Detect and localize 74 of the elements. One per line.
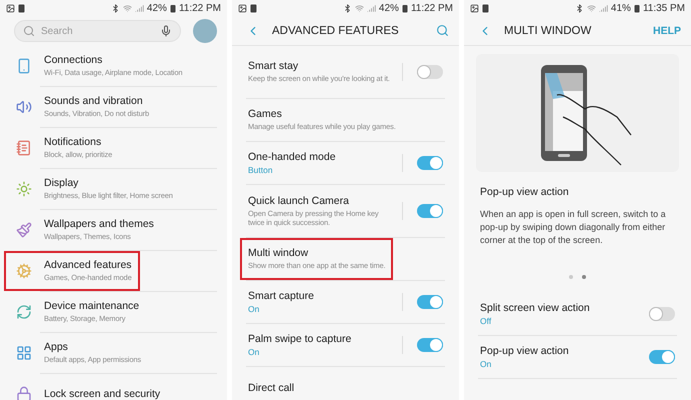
item-title: Advanced features <box>44 259 132 272</box>
item-title: One-handed mode <box>248 151 337 163</box>
item-title: Display <box>44 177 80 190</box>
battery-percent: 42% <box>378 2 399 14</box>
battery-icon <box>402 4 408 12</box>
item-status: Button <box>248 165 274 175</box>
toggle-switch[interactable] <box>417 338 443 352</box>
item-status: On <box>480 359 492 370</box>
item-status: On <box>248 304 260 314</box>
toggle-switch[interactable] <box>417 65 443 79</box>
clock-time: 11:22 PM <box>410 2 453 14</box>
item-title: Device maintenance <box>44 300 140 312</box>
clock-time: 11:22 PM <box>178 2 221 14</box>
settings-item[interactable]: Direct call <box>240 367 451 400</box>
wifi-icon <box>122 4 132 12</box>
item-title: Palm swipe to capture <box>248 333 352 345</box>
item-title: Split screen view action <box>480 302 591 314</box>
screen-title: MULTI WINDOW <box>504 24 592 36</box>
settings-item[interactable]: One-handed mode Button <box>240 142 451 184</box>
item-title: Quick launch Camera <box>248 194 350 207</box>
toggle-switch[interactable] <box>417 156 443 170</box>
search-bar[interactable]: Search <box>14 20 181 42</box>
item-status: On <box>248 347 260 357</box>
wifi-icon <box>354 4 364 12</box>
toggle-switch[interactable] <box>417 204 443 218</box>
signal-icon <box>598 4 608 12</box>
search-field[interactable]: Search <box>39 24 156 38</box>
item-title: Notifications <box>44 136 102 148</box>
bluetooth-icon <box>342 4 352 12</box>
image-icon <box>6 4 15 12</box>
settings-item[interactable]: Lock screen and security <box>4 374 223 400</box>
item-title: Direct call <box>248 382 296 394</box>
sd-card-icon <box>18 4 25 12</box>
item-title: Games <box>248 108 283 120</box>
signal-icon <box>134 4 144 12</box>
battery-percent: 42% <box>146 2 167 14</box>
image-icon <box>470 4 479 12</box>
item-title: Multi window <box>248 247 310 260</box>
battery-icon <box>170 4 176 12</box>
item-title: Wallpapers and themes <box>44 218 155 230</box>
settings-item[interactable]: Pop-up view action On <box>472 336 683 378</box>
toggle-switch[interactable] <box>417 295 443 309</box>
item-title: Sounds and vibration <box>44 95 144 108</box>
item-title: Pop-up view action <box>480 345 570 358</box>
item-title: Lock screen and security <box>44 388 162 400</box>
toggle-switch[interactable] <box>649 307 675 322</box>
settings-item[interactable]: Smart capture On <box>240 281 451 323</box>
toggle-switch[interactable] <box>649 350 675 364</box>
settings-item[interactable]: Split screen view action Off <box>472 293 683 336</box>
bluetooth-icon <box>110 4 120 12</box>
clock-time: 11:35 PM <box>642 2 685 14</box>
battery-percent: 41% <box>610 2 631 14</box>
wifi-icon <box>586 4 596 12</box>
page-dot[interactable] <box>569 275 573 280</box>
battery-icon <box>634 4 640 12</box>
item-title: Smart stay <box>248 60 300 72</box>
sd-card-icon <box>482 4 489 12</box>
item-title: Apps <box>44 341 69 354</box>
search-icon <box>23 25 35 37</box>
mic-icon[interactable] <box>160 25 172 37</box>
avatar <box>193 19 217 43</box>
signal-icon <box>366 4 376 12</box>
image-icon <box>238 4 247 12</box>
bluetooth-icon <box>574 4 584 12</box>
screen-title: ADVANCED FEATURES <box>272 24 400 36</box>
item-title: Smart capture <box>248 290 315 302</box>
page-dot[interactable] <box>582 275 586 280</box>
section-heading: Pop-up view action <box>480 186 570 198</box>
sd-card-icon <box>250 4 257 12</box>
item-title: Connections <box>44 54 104 66</box>
item-status: Off <box>480 316 492 326</box>
section-description: When an app is open in full screen, switch to a pop-up by swiping down diagonally from either corner at the top of the screen. <box>480 208 667 248</box>
search-icon[interactable] <box>436 24 449 37</box>
settings-item[interactable]: Palm swipe to capture On <box>240 324 451 366</box>
